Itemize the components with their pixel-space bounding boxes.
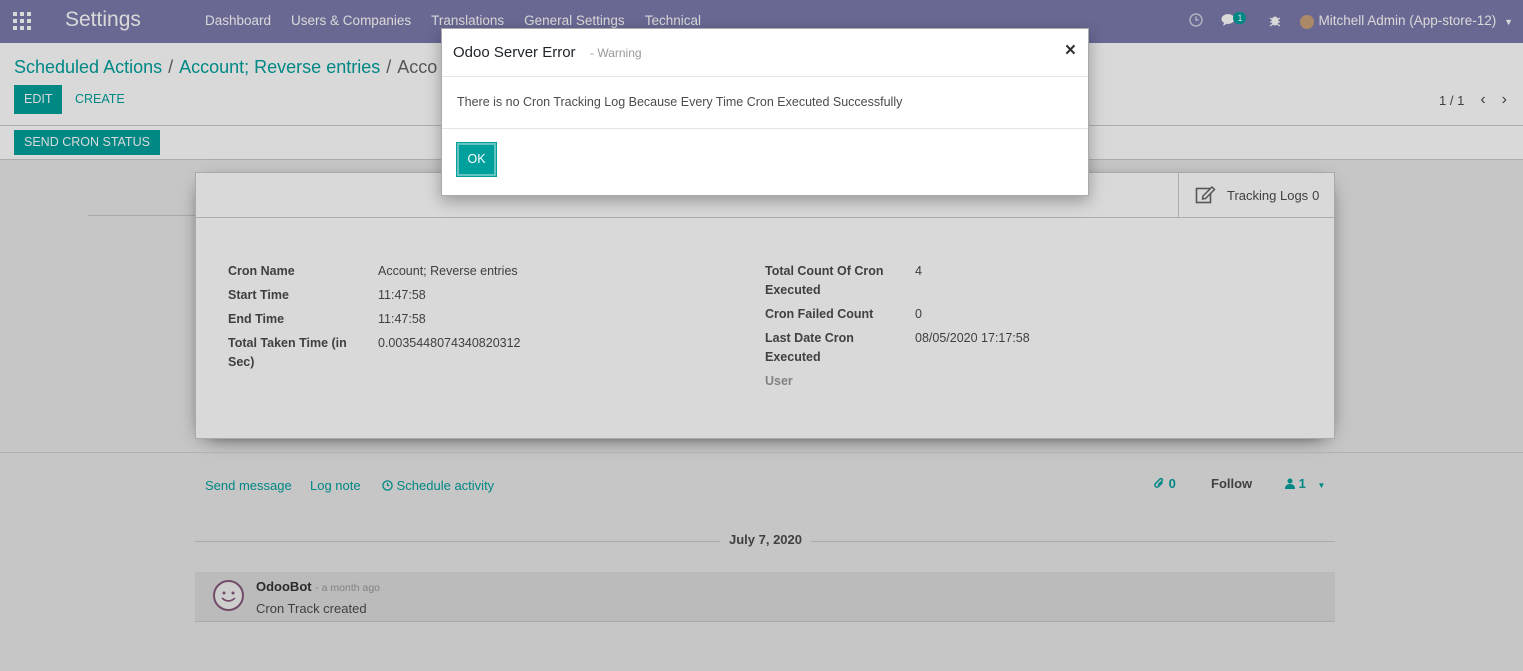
ok-button[interactable]: OK xyxy=(457,143,496,176)
dialog-title: Odoo Server Error xyxy=(453,44,576,61)
close-icon[interactable]: × xyxy=(1065,41,1076,61)
dialog-message: There is no Cron Tracking Log Because Ev… xyxy=(457,95,903,109)
error-dialog: Odoo Server Error - Warning × There is n… xyxy=(441,28,1089,196)
divider xyxy=(442,128,1088,129)
dialog-header: Odoo Server Error - Warning × xyxy=(442,29,1088,77)
dialog-subtitle: - Warning xyxy=(590,46,642,60)
